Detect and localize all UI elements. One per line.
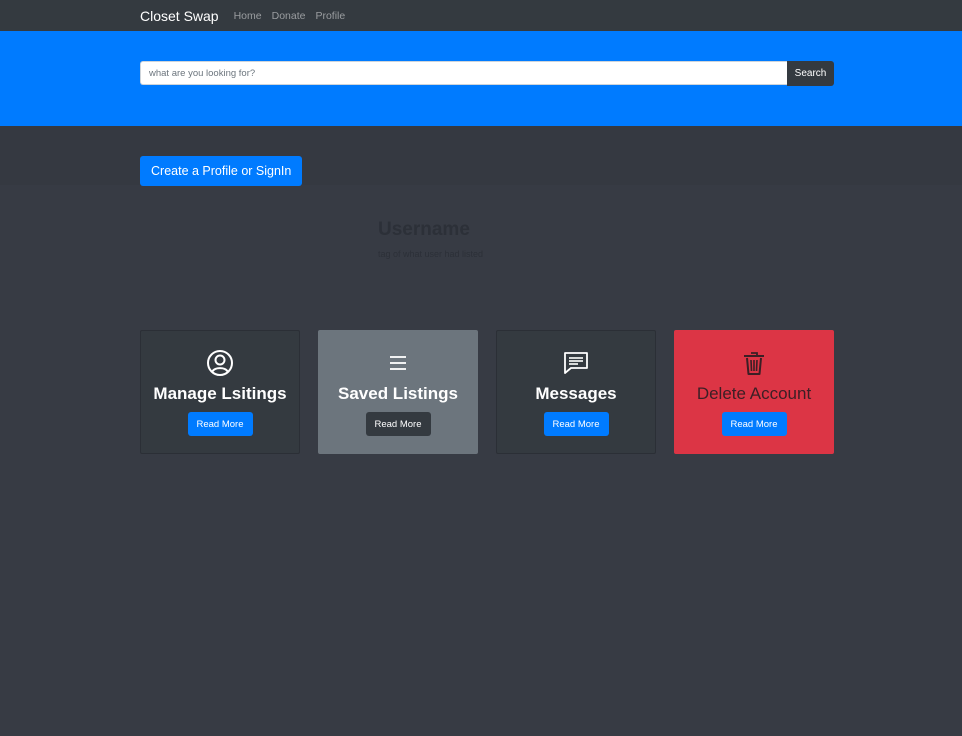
list-icon xyxy=(384,349,412,377)
cta-band: Create a Profile or SignIn xyxy=(0,126,962,186)
card-title: Saved Listings xyxy=(338,384,458,403)
read-more-button[interactable]: Read More xyxy=(543,412,609,436)
user-tagline: tag of what user had listed xyxy=(378,249,484,259)
nav-link-profile[interactable]: Profile xyxy=(315,10,345,22)
create-profile-button[interactable]: Create a Profile or SignIn xyxy=(140,156,303,186)
manage-listings-card: Manage Lsitings Read More xyxy=(140,330,300,454)
nav-link-home[interactable]: Home xyxy=(234,10,262,22)
read-more-button[interactable]: Read More xyxy=(721,412,787,436)
trash-icon xyxy=(740,349,768,377)
card-title: Messages xyxy=(535,384,617,403)
search-input[interactable] xyxy=(140,61,787,85)
read-more-button[interactable]: Read More xyxy=(365,412,431,436)
nav-link-donate[interactable]: Donate xyxy=(272,10,306,22)
messages-card: Messages Read More xyxy=(496,330,656,454)
navbar: Closet Swap Home Donate Profile xyxy=(0,0,962,31)
delete-account-card: Delete Account Read More xyxy=(674,330,834,454)
search-hero: Search xyxy=(0,31,962,126)
search-button[interactable]: Search xyxy=(787,60,834,86)
user-circle-icon xyxy=(206,349,234,377)
profile-info: Username tag of what user had listed xyxy=(378,219,483,259)
message-icon xyxy=(562,349,590,377)
saved-listings-card: Saved Listings Read More xyxy=(318,330,478,454)
card-title: Delete Account xyxy=(696,384,812,403)
action-cards: Manage Lsitings Read More Saved Listings… xyxy=(140,330,834,454)
card-title: Manage Lsitings xyxy=(153,384,287,403)
username-heading: Username xyxy=(378,219,470,240)
read-more-button[interactable]: Read More xyxy=(187,412,253,436)
brand-logo[interactable]: Closet Swap xyxy=(140,8,219,24)
